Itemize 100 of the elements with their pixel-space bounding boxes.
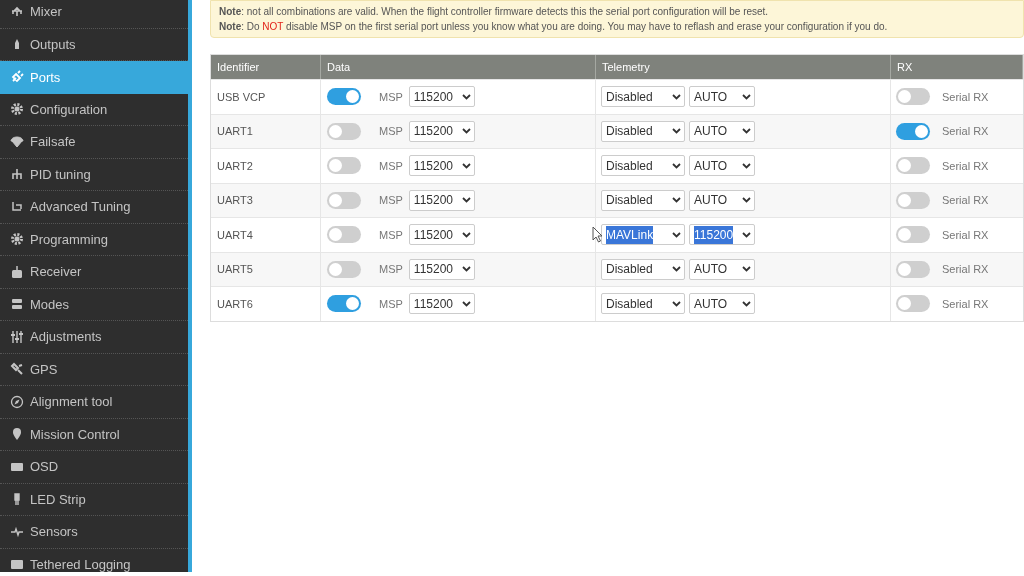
protocol-label: MSP xyxy=(379,158,403,174)
port-identifier: UART5 xyxy=(217,262,253,277)
toggle-switch[interactable] xyxy=(327,295,361,313)
dropdown[interactable]: 115200 xyxy=(408,224,475,246)
protocol-label: MSP xyxy=(379,296,403,312)
caret-icon xyxy=(461,162,471,169)
map-pin-icon xyxy=(10,427,24,442)
caret-icon xyxy=(742,93,751,100)
gear-icon xyxy=(10,232,24,247)
note-text: Note: Do NOT disable MSP on the first serial port unless you know what you are doing. You may have to reflash and erase your configuration if you do. xyxy=(219,20,889,34)
caret-icon xyxy=(461,128,471,135)
toggle-switch[interactable] xyxy=(896,191,930,209)
sidebar-item[interactable]: Failsafe xyxy=(0,126,188,159)
dropdown[interactable]: AUTO xyxy=(689,120,755,142)
parachute-icon xyxy=(10,134,24,149)
dropdown[interactable]: Disabled xyxy=(601,120,685,142)
toggle-label: Serial RX xyxy=(942,296,989,312)
caret-icon xyxy=(742,197,751,204)
caret-icon xyxy=(461,231,471,238)
dropdown[interactable]: AUTO xyxy=(689,293,755,315)
port-identifier: UART3 xyxy=(217,193,253,208)
toggle-switch[interactable] xyxy=(896,226,930,244)
sidebar-item[interactable]: GPS xyxy=(0,353,188,386)
toggle-switch[interactable] xyxy=(896,157,930,175)
caret-icon xyxy=(461,197,471,204)
dropdown[interactable]: 115200 xyxy=(689,224,755,246)
sidebar-item[interactable]: Programming xyxy=(0,223,188,256)
dropdown[interactable]: 115200 xyxy=(408,155,475,177)
toggle-switch[interactable] xyxy=(327,157,361,175)
compass-icon xyxy=(10,394,24,409)
sidebar-item[interactable]: Alignment tool xyxy=(0,386,188,419)
sidebar-item[interactable]: Receiver xyxy=(0,256,188,289)
sidebar-item[interactable]: Adjustments xyxy=(0,321,188,354)
toggle-switch[interactable] xyxy=(327,191,361,209)
satellite-icon xyxy=(10,362,24,377)
caret-icon xyxy=(672,231,681,238)
caret-icon xyxy=(461,300,471,307)
sidebar-item[interactable]: Configuration xyxy=(0,93,188,126)
sidebar-item[interactable]: PID tuning xyxy=(0,158,188,191)
toggle-switch[interactable] xyxy=(896,122,930,140)
dropdown[interactable]: Disabled xyxy=(601,258,685,280)
protocol-label: MSP xyxy=(379,262,403,277)
caret-icon xyxy=(672,162,681,169)
caret-icon xyxy=(672,300,681,307)
sidebar-item[interactable]: Sensors xyxy=(0,516,188,549)
caret-icon xyxy=(742,231,751,238)
toggle-label: Serial RX xyxy=(942,227,989,243)
sidebar-item[interactable]: Mission Control xyxy=(0,418,188,451)
caret-icon xyxy=(742,128,751,135)
dropdown[interactable]: Disabled xyxy=(601,293,685,315)
dropdown[interactable]: AUTO xyxy=(689,86,755,108)
receiver-icon xyxy=(10,264,24,279)
port-identifier: UART1 xyxy=(217,124,253,139)
dropdown[interactable]: Disabled xyxy=(601,155,685,177)
toggle-switch[interactable] xyxy=(327,88,361,106)
sidebar-item[interactable]: LED Strip xyxy=(0,483,188,516)
toggle-label: Serial RX xyxy=(942,262,989,277)
port-identifier: UART6 xyxy=(217,296,253,312)
caret-icon xyxy=(461,266,471,273)
sidebar-item[interactable]: OSD xyxy=(0,451,188,484)
toggle-label: Serial RX xyxy=(942,158,989,174)
dropdown[interactable]: 115200 xyxy=(408,86,475,108)
caret-icon xyxy=(672,93,681,100)
toggle-switch[interactable] xyxy=(896,88,930,106)
toggle-switch[interactable] xyxy=(896,260,930,278)
sidebar-item[interactable]: Mixer xyxy=(0,0,188,29)
toggle-label: Serial RX xyxy=(942,193,989,208)
toggle-switch[interactable] xyxy=(327,260,361,278)
toggle-switch[interactable] xyxy=(327,226,361,244)
dropdown[interactable]: 115200 xyxy=(408,258,475,280)
hierarchy-icon xyxy=(10,167,24,182)
caret-icon xyxy=(461,93,471,100)
caret-icon xyxy=(672,266,681,273)
port-identifier: UART4 xyxy=(217,227,253,243)
sidebar-item[interactable]: Advanced Tuning xyxy=(0,191,188,224)
dropdown[interactable]: 115200 xyxy=(408,120,475,142)
dropdown[interactable]: AUTO xyxy=(689,258,755,280)
plug-icon xyxy=(10,70,24,85)
protocol-label: MSP xyxy=(379,193,403,208)
caret-icon xyxy=(742,266,751,273)
note-text: Note: not all combinations are valid. When the flight controller firmware detects this the serial port configuration will be reset. xyxy=(219,5,770,19)
dropdown[interactable]: 115200 xyxy=(408,293,475,315)
dropdown[interactable]: 115200 xyxy=(408,189,475,211)
protocol-label: MSP xyxy=(379,124,403,139)
dropdown[interactable]: Disabled xyxy=(601,86,685,108)
caret-icon xyxy=(672,197,681,204)
toggle-switch[interactable] xyxy=(896,295,930,313)
dropdown[interactable]: MAVLink xyxy=(601,224,685,246)
toggle-switch[interactable] xyxy=(327,122,361,140)
toggle-label: Serial RX xyxy=(942,124,989,139)
port-identifier: UART2 xyxy=(217,158,253,174)
dropdown[interactable]: Disabled xyxy=(601,189,685,211)
caret-icon xyxy=(672,128,681,135)
sidebar-item[interactable]: Modes xyxy=(0,288,188,321)
dropdown[interactable]: AUTO xyxy=(689,155,755,177)
gear-icon xyxy=(10,102,24,117)
sliders-icon xyxy=(10,329,24,344)
toggle-label: Serial RX xyxy=(942,89,989,105)
dropdown[interactable]: AUTO xyxy=(689,189,755,211)
sidebar-item[interactable]: Tethered Logging xyxy=(0,548,188,576)
